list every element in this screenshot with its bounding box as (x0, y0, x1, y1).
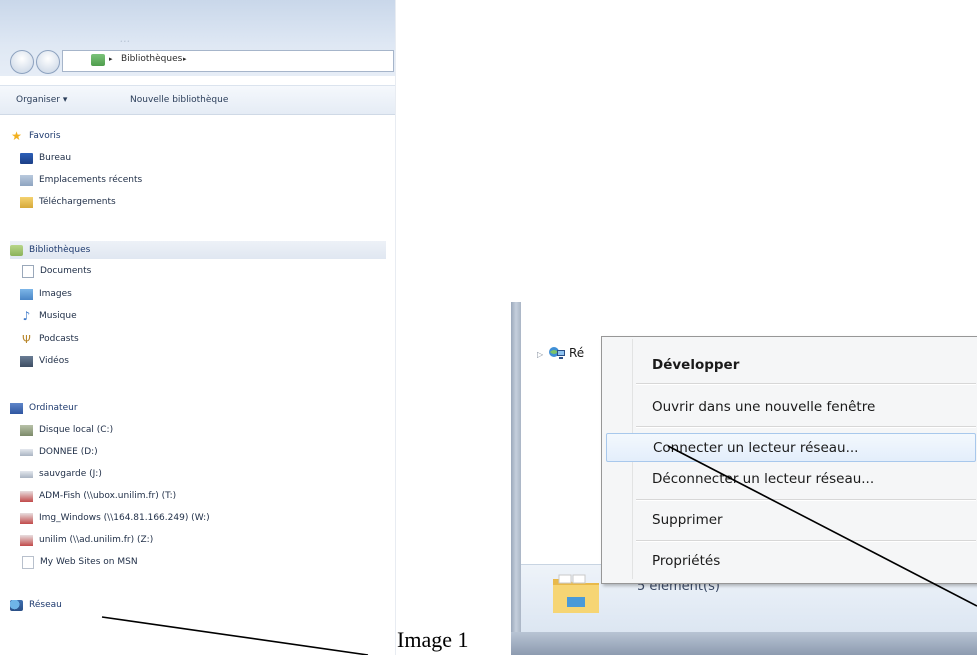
menu-item-open-new-window[interactable]: Ouvrir dans une nouvelle fenêtre (636, 392, 956, 422)
nav-group-label: Ordinateur (29, 403, 78, 413)
nav-group-label: Bibliothèques (29, 245, 91, 255)
network-icon (549, 347, 565, 359)
window-frame-bottom (511, 632, 977, 655)
nav-item-drive-t[interactable]: ADM-Fish (\\ubox.unilim.fr) (T:) (20, 488, 176, 504)
title-bar: ... ▸ Bibliothèques ▸ (0, 0, 395, 76)
videos-icon (20, 355, 33, 367)
nav-item-label: Téléchargements (39, 197, 116, 207)
expand-arrow-icon[interactable]: ▷ (537, 350, 543, 359)
nav-item-label: unilim (\\ad.unilim.fr) (Z:) (39, 535, 154, 545)
menu-item-expand[interactable]: Développer (636, 350, 956, 380)
images-icon (20, 288, 33, 300)
menu-separator (636, 540, 976, 542)
menu-item-properties[interactable]: Propriétés (636, 546, 956, 576)
network-drive-icon (20, 512, 33, 524)
network-drive-icon (20, 534, 33, 546)
nav-item-label: Vidéos (39, 356, 69, 366)
drive-icon (20, 448, 33, 456)
explorer-window: ... ▸ Bibliothèques ▸ Organiser ▾ Nouvel… (0, 0, 396, 655)
nav-group-network[interactable]: Réseau (10, 597, 62, 613)
folder-icon (553, 574, 599, 613)
address-segment-libraries[interactable]: Bibliothèques (121, 54, 182, 64)
organize-button[interactable]: Organiser ▾ (16, 95, 67, 105)
address-bar[interactable]: ▸ Bibliothèques ▸ (62, 50, 394, 72)
nav-group-libraries[interactable]: Bibliothèques (10, 241, 386, 259)
nav-group-computer[interactable]: Ordinateur (10, 400, 78, 416)
nav-group-label: Réseau (29, 600, 62, 610)
window-frame (511, 302, 521, 655)
nav-item-web-sites[interactable]: My Web Sites on MSN (20, 554, 138, 570)
nav-item-music[interactable]: ♪ Musique (20, 308, 77, 324)
menu-item-disconnect-network-drive[interactable]: Déconnecter un lecteur réseau... (636, 464, 956, 494)
libraries-icon (10, 244, 23, 256)
nav-item-videos[interactable]: Vidéos (20, 353, 69, 369)
computer-icon (10, 402, 23, 414)
nav-item-drive-z[interactable]: unilim (\\ad.unilim.fr) (Z:) (20, 532, 153, 548)
nav-item-drive-j[interactable]: sauvgarde (J:) (20, 466, 102, 482)
back-button[interactable] (10, 50, 34, 74)
nav-item-label: Podcasts (39, 334, 79, 344)
nav-item-recent-places[interactable]: Emplacements récents (20, 172, 142, 188)
menu-separator (636, 499, 976, 501)
drive-icon (20, 470, 33, 478)
forward-button[interactable] (36, 50, 60, 74)
network-drive-icon (20, 490, 33, 502)
figure-caption: Image 1 (397, 627, 469, 652)
nav-item-drive-c[interactable]: Disque local (C:) (20, 422, 113, 438)
nav-item-label: Musique (39, 311, 77, 321)
new-library-button[interactable]: Nouvelle bibliothèque (130, 95, 228, 105)
window-title: ... (120, 32, 131, 45)
nav-group-favorites[interactable]: ★ Favoris (10, 128, 61, 144)
tree-item-network[interactable]: Ré (569, 346, 584, 360)
menu-item-delete[interactable]: Supprimer (636, 505, 956, 535)
nav-item-label: Emplacements récents (39, 175, 143, 185)
nav-item-label: sauvgarde (J:) (39, 469, 102, 479)
local-disk-icon (20, 424, 33, 436)
context-menu: Développer Ouvrir dans une nouvelle fenê… (601, 336, 977, 584)
nav-item-label: Images (39, 289, 72, 299)
network-icon (10, 599, 23, 611)
nav-item-documents[interactable]: Documents (20, 263, 91, 279)
libraries-icon (91, 54, 105, 66)
menu-separator (636, 426, 976, 428)
nav-item-label: ADM-Fish (\\ubox.unilim.fr) (T:) (39, 491, 177, 501)
nav-group-label: Favoris (29, 131, 61, 141)
address-chevron-icon[interactable]: ▸ (109, 55, 113, 63)
nav-item-images[interactable]: Images (20, 286, 72, 302)
nav-item-podcasts[interactable]: Ψ Podcasts (20, 331, 79, 347)
nav-item-desktop[interactable]: Bureau (20, 150, 71, 166)
menu-item-map-network-drive[interactable]: Connecter un lecteur réseau... (606, 433, 976, 462)
nav-item-label: Img_Windows (\\164.81.166.249) (W:) (39, 513, 210, 523)
nav-item-downloads[interactable]: Téléchargements (20, 194, 116, 210)
desktop-icon (20, 152, 33, 164)
nav-item-label: Disque local (C:) (39, 425, 114, 435)
nav-item-drive-d[interactable]: DONNEE (D:) (20, 444, 98, 460)
downloads-icon (20, 196, 33, 208)
nav-item-label: Bureau (39, 153, 72, 163)
star-icon: ★ (11, 128, 22, 143)
address-chevron-icon[interactable]: ▸ (183, 55, 187, 63)
music-icon: ♪ (22, 308, 31, 323)
menu-separator (636, 383, 976, 385)
nav-item-label: My Web Sites on MSN (40, 557, 138, 567)
nav-item-label: Documents (40, 266, 92, 276)
web-page-icon (22, 555, 34, 569)
recent-places-icon (20, 174, 33, 186)
nav-item-label: DONNEE (D:) (39, 447, 98, 457)
command-bar: Organiser ▾ Nouvelle bibliothèque (0, 85, 395, 115)
documents-icon (22, 264, 34, 278)
podcasts-icon: Ψ (22, 332, 31, 346)
nav-item-drive-w[interactable]: Img_Windows (\\164.81.166.249) (W:) (20, 510, 210, 526)
